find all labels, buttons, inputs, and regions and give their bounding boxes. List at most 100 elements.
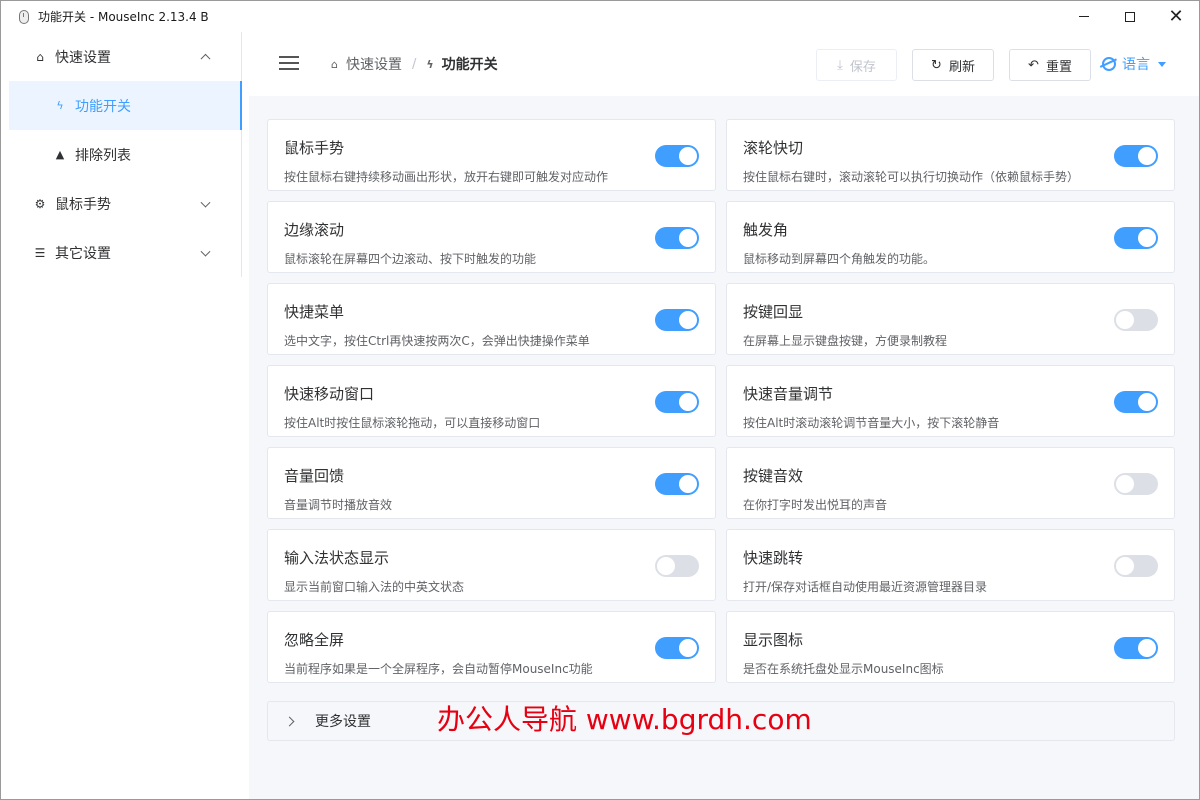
- home-icon: ⌂: [331, 57, 338, 71]
- sidebar-group-label: 快速设置: [55, 49, 111, 66]
- feature-description: 按住Alt时按住鼠标滚轮拖动，可以直接移动窗口: [284, 416, 541, 430]
- feature-toggle-switch[interactable]: [655, 473, 699, 495]
- feature-toggle-switch[interactable]: [655, 309, 699, 331]
- feature-title: 输入法状态显示: [284, 549, 390, 567]
- feature-toggle-switch[interactable]: [1114, 637, 1158, 659]
- lightning-icon: ϟ: [56, 99, 64, 112]
- feature-description: 选中文字，按住Ctrl再快速按两次C，会弹出快捷操作菜单: [284, 334, 590, 348]
- feature-card: 快捷菜单选中文字，按住Ctrl再快速按两次C，会弹出快捷操作菜单: [267, 283, 716, 355]
- feature-card: 忽略全屏当前程序如果是一个全屏程序，会自动暂停MouseInc功能: [267, 611, 716, 683]
- feature-description: 在屏幕上显示键盘按键，方便录制教程: [743, 334, 948, 348]
- feature-card: 触发角 鼠标移动到屏幕四个角触发的功能。: [726, 201, 1175, 273]
- gear-icon: ⚙: [34, 196, 46, 211]
- maximize-button[interactable]: [1107, 1, 1153, 32]
- breadcrumb-item[interactable]: ⌂ 快速设置: [331, 54, 402, 74]
- close-icon: ✕: [1168, 5, 1184, 27]
- minimize-button[interactable]: [1061, 1, 1107, 32]
- sidebar-item-exclude-list[interactable]: ▲ 排除列表: [9, 130, 241, 179]
- breadcrumb-separator: /: [411, 56, 417, 72]
- feature-grid: 鼠标手势 按住鼠标右键持续移动画出形状，放开右键即可触发对应动作 滚轮快切 按住鼠标右…: [267, 119, 1175, 683]
- more-settings-label: 更多设置: [315, 714, 371, 730]
- feature-title: 忽略全屏: [284, 631, 345, 649]
- feature-title: 滚轮快切: [743, 139, 804, 157]
- breadcrumb-label: 功能开关: [441, 57, 498, 73]
- sidebar-group-quick-settings[interactable]: ⌂ 快速设置: [9, 32, 241, 81]
- feature-toggle-switch[interactable]: [655, 637, 699, 659]
- feature-title: 按键音效: [743, 467, 804, 485]
- feature-card: 鼠标手势 按住鼠标右键持续移动画出形状，放开右键即可触发对应动作: [267, 119, 716, 191]
- sidebar-group-mouse-gesture[interactable]: ⚙ 鼠标手势: [9, 179, 241, 228]
- feature-description: 显示当前窗口输入法的中英文状态: [284, 580, 465, 594]
- sidebar-group-label: 鼠标手势: [55, 196, 111, 213]
- refresh-button[interactable]: ↻ 刷新: [912, 49, 994, 81]
- language-dropdown[interactable]: 语言: [1102, 54, 1166, 74]
- mouse-app-icon: [19, 9, 29, 24]
- feature-description: 音量调节时播放音效: [284, 498, 393, 512]
- sidebar-group-other-settings[interactable]: ☰ 其它设置: [9, 228, 241, 277]
- feature-card: 按键音效 在你打字时发出悦耳的声音: [726, 447, 1175, 519]
- lightning-icon: ϟ: [426, 57, 434, 71]
- feature-description: 按住Alt时滚动滚轮调节音量大小，按下滚轮静音: [743, 416, 1000, 430]
- feature-title: 快捷菜单: [284, 303, 345, 321]
- feature-title: 触发角: [743, 221, 789, 239]
- home-icon: ⌂: [36, 49, 44, 64]
- download-icon: ⤓: [837, 57, 843, 73]
- main-content: 鼠标手势 按住鼠标右键持续移动画出形状，放开右键即可触发对应动作 滚轮快切 按住鼠标右…: [249, 96, 1199, 799]
- window-controls: ✕: [1061, 1, 1199, 32]
- feature-description: 当前程序如果是一个全屏程序，会自动暂停MouseInc功能: [284, 662, 593, 676]
- sidebar-group-label: 其它设置: [55, 245, 111, 262]
- language-label: 语言: [1122, 57, 1150, 73]
- feature-description: 按住鼠标右键时，滚动滚轮可以执行切换动作（依赖鼠标手势）: [743, 170, 1080, 184]
- feature-title: 快速音量调节: [743, 385, 834, 403]
- close-button[interactable]: ✕: [1153, 1, 1199, 32]
- feature-card: 按键回显在屏幕上显示键盘按键，方便录制教程: [726, 283, 1175, 355]
- feature-toggle-switch[interactable]: [1114, 473, 1158, 495]
- feature-toggle-switch[interactable]: [1114, 309, 1158, 331]
- feature-title: 音量回馈: [284, 467, 345, 485]
- reset-label: 重置: [1045, 59, 1072, 75]
- feature-title: 按键回显: [743, 303, 804, 321]
- feature-toggle-switch[interactable]: [1114, 145, 1158, 167]
- feature-title: 快速移动窗口: [284, 385, 375, 403]
- title-bar: 功能开关 - MouseInc 2.13.4 B ✕: [1, 1, 1199, 32]
- caret-down-icon: [1158, 61, 1166, 67]
- feature-description: 是否在系统托盘处显示MouseInc图标: [743, 662, 944, 676]
- feature-toggle-switch[interactable]: [655, 145, 699, 167]
- sidebar-item-label: 排除列表: [75, 147, 131, 164]
- chevron-right-icon: [284, 716, 295, 726]
- sidebar-item-feature-switch[interactable]: ϟ 功能开关: [9, 81, 242, 130]
- feature-description: 鼠标滚轮在屏幕四个边滚动、按下时触发的功能: [284, 252, 537, 266]
- feature-card: 输入法状态显示显示当前窗口输入法的中英文状态: [267, 529, 716, 601]
- feature-toggle-switch[interactable]: [655, 391, 699, 413]
- refresh-label: 刷新: [948, 59, 975, 75]
- breadcrumb-item-current: ϟ 功能开关: [426, 54, 497, 74]
- feature-card: 音量回馈音量调节时播放音效: [267, 447, 716, 519]
- sliders-icon: ☰: [34, 245, 46, 260]
- feature-card: 快速跳转打开/保存对话框自动使用最近资源管理器目录: [726, 529, 1175, 601]
- sidebar: ⌂ 快速设置 ϟ 功能开关 ▲ 排除列表 ⚙ 鼠标手势 ☰ 其它设置: [9, 32, 242, 277]
- feature-toggle-switch[interactable]: [1114, 391, 1158, 413]
- menu-toggle-icon[interactable]: [279, 56, 299, 70]
- feature-card: 快速移动窗口按住Alt时按住鼠标滚轮拖动，可以直接移动窗口: [267, 365, 716, 437]
- chevron-down-icon: [200, 246, 211, 257]
- feature-title: 快速跳转: [743, 549, 804, 567]
- feature-card: 快速音量调节按住Alt时滚动滚轮调节音量大小，按下滚轮静音: [726, 365, 1175, 437]
- save-button[interactable]: ⤓ 保存: [816, 49, 897, 81]
- refresh-icon: ↻: [931, 57, 942, 73]
- sidebar-item-label: 功能开关: [75, 98, 131, 115]
- reset-button[interactable]: ↶ 重置: [1009, 49, 1091, 81]
- chevron-down-icon: [200, 197, 211, 208]
- warning-icon: ▲: [55, 148, 65, 161]
- feature-toggle-switch[interactable]: [1114, 555, 1158, 577]
- minimize-icon: [1079, 16, 1089, 17]
- feature-title: 显示图标: [743, 631, 804, 649]
- feature-toggle-switch[interactable]: [655, 555, 699, 577]
- chevron-up-icon: [200, 53, 211, 64]
- feature-toggle-switch[interactable]: [1114, 227, 1158, 249]
- window-title: 功能开关 - MouseInc 2.13.4 B: [38, 10, 209, 24]
- app-window: 功能开关 - MouseInc 2.13.4 B ✕ ⌂ 快速设置 ϟ 功能开关…: [0, 0, 1200, 800]
- header: ⌂ 快速设置 / ϟ 功能开关 ⤓ 保存 ↻ 刷新 ↶ 重置 语言: [249, 32, 1199, 96]
- feature-description: 打开/保存对话框自动使用最近资源管理器目录: [743, 580, 988, 594]
- feature-toggle-switch[interactable]: [655, 227, 699, 249]
- feature-card: 滚轮快切按住鼠标右键时，滚动滚轮可以执行切换动作（依赖鼠标手势）: [726, 119, 1175, 191]
